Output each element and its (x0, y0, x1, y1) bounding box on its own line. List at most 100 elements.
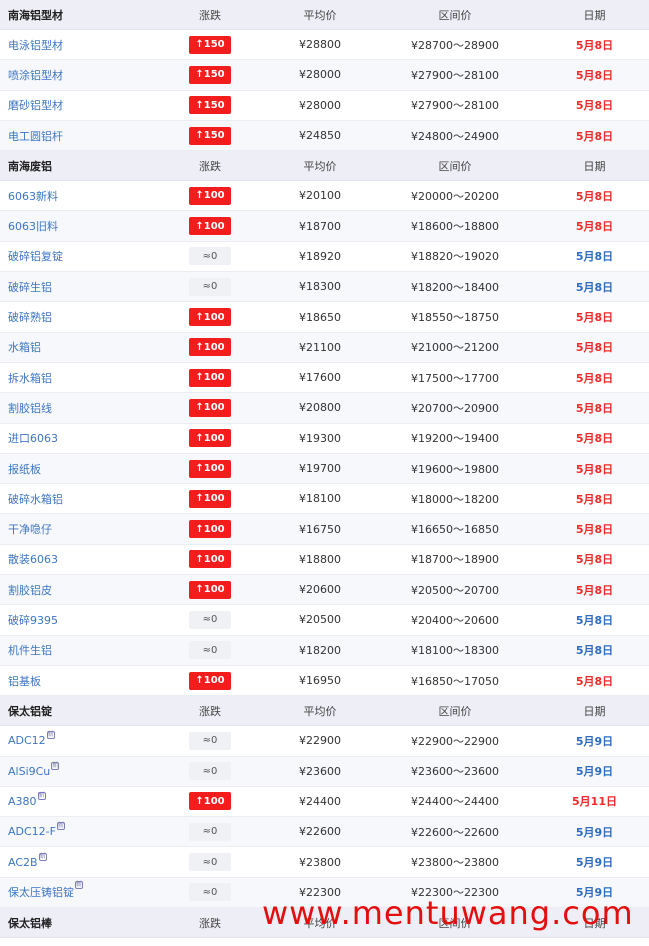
price-range: ¥18550～18750 (411, 311, 499, 325)
product-cell: 水箱铝 (0, 339, 150, 355)
new-badge-icon: 新 (37, 791, 46, 800)
section-header: 南海废铝 涨跌 平均价 区间价 日期 (0, 151, 649, 182)
average-price: ¥21100 (299, 340, 341, 354)
average-price: ¥18650 (299, 310, 341, 324)
product-name-link[interactable]: 干净喼仔 (8, 523, 52, 536)
average-price: ¥19700 (299, 462, 341, 475)
product-name-link[interactable]: 破碎熟铝 (8, 311, 52, 324)
product-cell: AC2B 新 (0, 852, 150, 869)
change-up-badge: ↑100 (189, 186, 231, 205)
price-range: ¥21000～21200 (411, 341, 499, 355)
change-up-badge: ↑150 (189, 96, 231, 115)
new-badge-icon: 新 (46, 731, 55, 740)
change-flat-badge: ≈0 (189, 247, 231, 266)
table-row: 破碎9395 ≈0 ¥20500 ¥20400～20600 5月8日 (0, 605, 649, 636)
change-cell: ↑150 (150, 96, 270, 115)
product-name-link[interactable]: 割胶铝皮 (8, 584, 52, 597)
column-header-avg-price: 平均价 (303, 159, 337, 173)
date-cell: 5月9日 (575, 765, 614, 779)
price-range: ¥22900～22900 (411, 734, 499, 748)
product-cell: 割胶铝皮 (0, 582, 150, 598)
change-up-badge: ↑100 (189, 398, 231, 417)
change-up-badge: ↑100 (189, 671, 231, 690)
product-name-link[interactable]: 6063新料 (8, 190, 58, 203)
date-cell: 5月8日 (575, 432, 614, 446)
product-name-link[interactable]: 喷涂铝型材 (8, 69, 63, 82)
product-name-link[interactable]: 电工圆铝杆 (8, 130, 63, 143)
change-up-badge: ↑100 (189, 580, 231, 599)
date-cell: 5月8日 (575, 129, 614, 143)
product-name-link[interactable]: 电泳铝型材 (8, 39, 63, 52)
average-price: ¥16750 (299, 522, 341, 536)
section-title: 保太铝锭 (8, 704, 52, 718)
product-name-link[interactable]: 保太压铸铝锭 (8, 886, 74, 899)
product-name-link[interactable]: 割胶铝线 (8, 402, 52, 415)
table-row: 6063旧料 ↑100 ¥18700 ¥18600～18800 5月8日 (0, 211, 649, 242)
average-price: ¥20600 (299, 583, 341, 597)
date-cell: 5月8日 (575, 401, 614, 415)
change-cell: ≈0 (150, 883, 270, 902)
product-cell: 磨砂铝型材 (0, 97, 150, 113)
price-range: ¥24400～24400 (411, 795, 499, 809)
table-row: 保太压铸铝锭新 ≈0 ¥22300 ¥22300～22300 5月9日 (0, 877, 649, 909)
product-name-link[interactable]: AlSi9Cu (8, 765, 50, 778)
product-name-link[interactable]: 6063旧料 (8, 220, 58, 233)
column-header-change: 涨跌 (199, 159, 221, 173)
product-name-link[interactable]: ADC12 (8, 734, 46, 747)
product-cell: ADC12 新 (0, 731, 150, 747)
product-name-link[interactable]: 报纸板 (8, 463, 41, 476)
table-row: 电工圆铝杆 ↑150 ¥24850 ¥24800～24900 5月8日 (0, 120, 649, 152)
new-badge-icon: 新 (38, 852, 47, 861)
product-name-link[interactable]: 磨砂铝型材 (8, 99, 63, 112)
product-name-link[interactable]: 机件生铝 (8, 644, 52, 657)
price-range: ¥18200～18400 (411, 280, 499, 294)
table-row: 磨砂铝型材 ↑150 ¥28000 ¥27900～28100 5月8日 (0, 91, 649, 121)
average-price: ¥22300 (299, 885, 341, 899)
table-row: 拆水箱铝 ↑100 ¥17600 ¥17500～17700 5月8日 (0, 363, 649, 394)
product-name-link[interactable]: 拆水箱铝 (8, 372, 52, 385)
product-cell: 电泳铝型材 (0, 37, 150, 53)
product-cell: 破碎生铝 (0, 279, 150, 295)
average-price: ¥20500 (299, 613, 341, 627)
table-row: 机件生铝 ≈0 ¥18200 ¥18100～18300 5月8日 (0, 635, 649, 666)
average-price: ¥22600 (299, 825, 341, 839)
product-name-link[interactable]: 破碎水箱铝 (8, 493, 63, 506)
average-price: ¥18920 (299, 249, 341, 263)
product-name-link[interactable]: ADC12-F (8, 825, 56, 838)
product-name-link[interactable]: 铝基板 (8, 675, 41, 688)
product-name-link[interactable]: AC2B (8, 856, 38, 869)
date-cell: 5月8日 (575, 523, 614, 537)
product-name-link[interactable]: 进口6063 (8, 432, 58, 445)
change-cell: ≈0 (150, 731, 270, 750)
change-up-badge: ↑100 (189, 520, 231, 539)
section-header: 南海铝型材 涨跌 平均价 区间价 日期 (0, 0, 649, 30)
product-name-link[interactable]: 破碎9395 (8, 614, 58, 627)
price-range: ¥22300～22300 (411, 886, 499, 900)
change-up-badge: ↑100 (189, 308, 231, 327)
date-cell: 5月8日 (575, 341, 614, 355)
date-cell: 5月8日 (575, 644, 614, 658)
product-name-link[interactable]: A380 (8, 795, 37, 808)
table-row: ADC12 新 ≈0 ¥22900 ¥22900～22900 5月9日 (0, 726, 649, 757)
product-cell: 破碎9395 (0, 612, 150, 628)
price-range: ¥16650～16850 (411, 523, 499, 537)
date-cell: 5月8日 (575, 68, 614, 82)
date-cell: 5月8日 (575, 371, 614, 385)
change-up-badge: ↑100 (189, 338, 231, 357)
change-up-badge: ↑150 (189, 35, 231, 54)
product-name-link[interactable]: 水箱铝 (8, 341, 41, 354)
average-price: ¥16950 (299, 674, 341, 688)
product-name-link[interactable]: 破碎铝复锭 (8, 250, 63, 263)
new-badge-icon: 新 (75, 881, 83, 890)
change-flat-badge: ≈0 (189, 883, 231, 902)
section-header: 保太铝锭 涨跌 平均价 区间价 日期 (0, 696, 649, 727)
table-row: ADC12-F 新 ≈0 ¥22600 ¥22600～22600 5月9日 (0, 817, 649, 848)
product-name-link[interactable]: 破碎生铝 (8, 281, 52, 294)
date-cell: 5月8日 (575, 462, 614, 476)
change-up-badge: ↑100 (189, 459, 231, 478)
price-table: 南海铝型材 涨跌 平均价 区间价 日期 电泳铝型材 ↑150 ¥28800 ¥28700～289… (0, 0, 649, 939)
product-name-link[interactable]: 散装6063 (8, 553, 58, 566)
product-cell: 6063旧料 (0, 218, 150, 234)
section-title: 南海废铝 (8, 159, 52, 173)
date-cell: 5月9日 (575, 734, 614, 748)
